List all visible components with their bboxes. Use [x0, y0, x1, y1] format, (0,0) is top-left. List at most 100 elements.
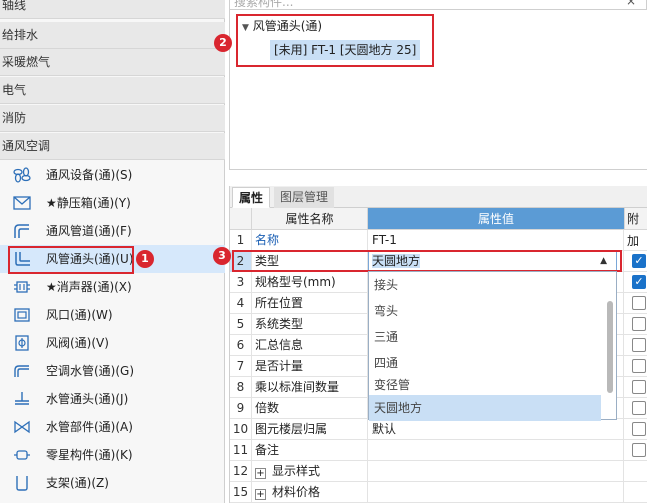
row-name: 系统类型 [254, 314, 368, 335]
row-number: 11 [230, 440, 252, 461]
category-fire[interactable]: 消防 [0, 105, 225, 132]
category-plumbing[interactable]: 给排水 [0, 22, 225, 49]
row-name: 所在位置 [254, 293, 368, 314]
row-name: 图元楼层归属 [254, 419, 368, 440]
additional-checkbox[interactable]: ✓ [632, 275, 646, 289]
expand-icon[interactable]: + [255, 468, 266, 479]
highlight-box-2 [236, 14, 434, 67]
bracket-icon [12, 475, 32, 491]
additional-checkbox[interactable] [632, 380, 646, 394]
vent-icon [12, 307, 32, 323]
sidebar-item-label: 支架(通)(Z) [46, 476, 109, 490]
row-name: 规格型号(mm) [254, 272, 368, 293]
row-value[interactable] [369, 440, 624, 461]
row-name: 乘以标准间数量 [254, 377, 368, 398]
category-heating[interactable]: 采暖燃气 [0, 49, 225, 76]
dropdown-option[interactable]: 弯头 [369, 298, 601, 324]
row-number: 6 [230, 335, 252, 356]
row-value[interactable] [369, 461, 624, 482]
highlight-box-3 [232, 250, 622, 272]
additional-checkbox[interactable] [632, 422, 646, 436]
pipe-icon [12, 363, 32, 379]
header-property-name: 属性名称 [252, 208, 368, 230]
sidebar-item-damper[interactable]: 风阀(通)(V) [0, 329, 225, 357]
additional-checkbox[interactable] [632, 443, 646, 457]
row-name[interactable]: + 显示样式 [254, 461, 368, 482]
step-badge-3: 3 [213, 247, 231, 265]
sidebar-item-pipe-fitting[interactable]: 水管通头(通)(J) [0, 385, 225, 413]
tab-layer-management[interactable]: 图层管理 [274, 187, 335, 208]
dropdown-option-selected[interactable]: 天圆地方 [369, 395, 601, 421]
row-number: 12 [230, 461, 252, 482]
step-badge-2: 2 [214, 34, 232, 52]
additional-checkbox[interactable] [632, 317, 646, 331]
additional-checkbox[interactable] [632, 338, 646, 352]
sidebar-item-ventilation-equipment[interactable]: 通风设备(通)(S) [0, 161, 225, 189]
sidebar-item-label: 零星构件(通)(K) [46, 448, 133, 462]
row-name[interactable]: + 材料价格 [254, 482, 368, 503]
additional-checkbox[interactable] [632, 401, 646, 415]
sidebar-item-vent[interactable]: 风口(通)(W) [0, 301, 225, 329]
sidebar-item-bracket[interactable]: 支架(通)(Z) [0, 469, 225, 497]
type-dropdown-list: 接头 弯头 三通 四通 变径管 天圆地方 [368, 271, 617, 421]
row-value[interactable]: FT-1 [369, 230, 624, 251]
sidebar-item-label: 水管通头(通)(J) [46, 392, 129, 406]
pipe-fitting-icon [12, 391, 32, 407]
sidebar-item-pipe-component[interactable]: 水管部件(通)(A) [0, 413, 225, 441]
category-label: 通风空调 [2, 139, 51, 153]
row-name: 倍数 [254, 398, 368, 419]
category-axis[interactable]: 轴线 [0, 0, 225, 19]
header-corner [230, 208, 252, 230]
category-label: 轴线 [2, 0, 27, 12]
category-label: 电气 [2, 83, 27, 97]
component-icon [12, 447, 32, 463]
category-label: 消防 [2, 111, 27, 125]
additional-checkbox[interactable] [632, 296, 646, 310]
table-row[interactable]: 11 备注 [230, 440, 647, 461]
row-number: 9 [230, 398, 252, 419]
valve-icon [12, 419, 32, 435]
table-row[interactable]: 10 图元楼层归属 默认 [230, 419, 647, 440]
row-number: 10 [230, 419, 252, 440]
table-row[interactable]: 15 + 材料价格 [230, 482, 647, 503]
row-number: 1 [230, 230, 252, 251]
sidebar-item-ac-water-pipe[interactable]: 空调水管(通)(G) [0, 357, 225, 385]
category-hvac[interactable]: 通风空调 [0, 133, 225, 160]
dropdown-scrollbar[interactable] [607, 301, 613, 393]
row-value[interactable]: 默认 [369, 419, 624, 440]
row-value[interactable] [369, 482, 624, 503]
damper-icon [12, 335, 32, 351]
row-number: 7 [230, 356, 252, 377]
tab-properties[interactable]: 属性 [232, 187, 271, 208]
row-number: 8 [230, 377, 252, 398]
sidebar-item-label: 通风设备(通)(S) [46, 168, 133, 182]
sidebar-item-label: 风阀(通)(V) [46, 336, 109, 350]
table-row[interactable]: 1 名称 FT-1 [230, 230, 647, 251]
category-electrical[interactable]: 电气 [0, 77, 225, 104]
sidebar-item-label: 通风管道(通)(F) [46, 224, 132, 238]
header-property-value: 属性值 [368, 208, 625, 230]
additional-checkbox[interactable]: ✓ [632, 254, 646, 268]
fan-icon [12, 167, 32, 183]
table-row[interactable]: 12 + 显示样式 [230, 461, 647, 482]
row-name-label: 显示样式 [272, 464, 321, 478]
sidebar-item-silencer[interactable]: ★消声器(通)(X) [0, 273, 225, 301]
sidebar-item-misc-component[interactable]: 零星构件(通)(K) [0, 441, 225, 469]
dropdown-option[interactable]: 接头 [369, 272, 601, 298]
sidebar-item-label: 风口(通)(W) [46, 308, 113, 322]
sidebar-item-plenum-box[interactable]: ★静压箱(通)(Y) [0, 189, 225, 217]
sidebar-item-label: ★消声器(通)(X) [46, 280, 132, 294]
expand-icon[interactable]: + [255, 489, 266, 500]
row-name: 汇总信息 [254, 335, 368, 356]
additional-checkbox[interactable] [632, 359, 646, 373]
header-extra: 附加 [625, 208, 647, 248]
clear-icon[interactable]: × [626, 0, 636, 8]
search-input[interactable]: 搜索构件... × [229, 0, 647, 10]
row-number: 4 [230, 293, 252, 314]
row-number: 15 [230, 482, 252, 503]
row-name-label: 材料价格 [272, 485, 321, 499]
property-tabs: 属性 图层管理 [230, 186, 647, 208]
sidebar-item-duct[interactable]: 通风管道(通)(F) [0, 217, 225, 245]
dropdown-option[interactable]: 三通 [369, 324, 601, 350]
row-name: 名称 [254, 230, 368, 251]
